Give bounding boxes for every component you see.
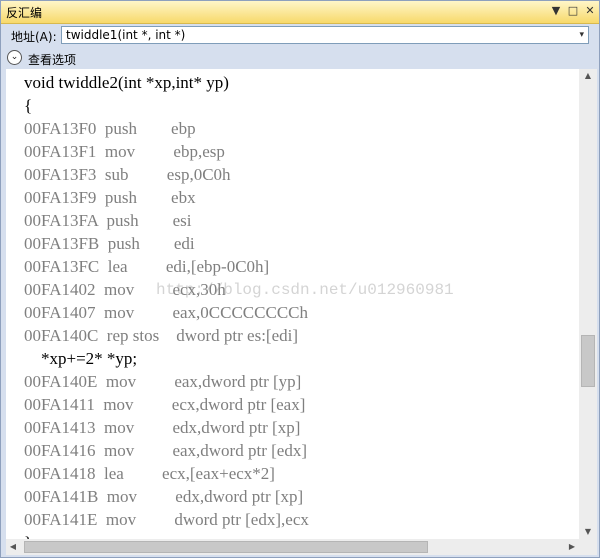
source-line: }	[24, 531, 309, 539]
address-label: 地址(A):	[11, 30, 57, 44]
address-value: twiddle1(int *, int *)	[66, 28, 186, 42]
asm-line: 00FA1413 mov edx,dword ptr [xp]	[24, 418, 301, 437]
asm-line: 00FA140C rep stos dword ptr es:[edi]	[24, 326, 299, 345]
source-line: void twiddle2(int *xp,int* yp)	[24, 73, 229, 92]
asm-line: 00FA13F1 mov ebp,esp	[24, 142, 225, 161]
asm-line: 00FA141B mov edx,dword ptr [xp]	[24, 487, 304, 506]
asm-line: 00FA13FA push esi	[24, 211, 192, 230]
asm-line: 00FA13F0 push ebp	[24, 119, 196, 138]
vertical-scroll-thumb[interactable]	[581, 335, 595, 387]
view-options-label[interactable]: 查看选项	[28, 51, 76, 68]
source-line: {	[24, 96, 33, 115]
asm-line: 00FA141E mov dword ptr [edx],ecx	[24, 510, 309, 529]
asm-line: 00FA1416 mov eax,dword ptr [edx]	[24, 441, 307, 460]
window-title: 反汇编	[6, 6, 43, 20]
source-line: *xp+=2* *yp;	[24, 349, 138, 368]
address-dropdown-icon[interactable]: ▾	[579, 30, 584, 40]
disassembly-window: 反汇编 ▼ □ ✕ 地址(A): twiddle1(int *, int *) …	[0, 0, 600, 558]
address-bar: 地址(A): twiddle1(int *, int *) ▾	[1, 24, 599, 47]
window-dropdown-button[interactable]: ▼	[549, 4, 563, 18]
asm-line: 00FA13F3 sub esp,0C0h	[24, 165, 231, 184]
horizontal-scrollbar[interactable]: ◀ ▶	[6, 539, 579, 555]
asm-line: 00FA1411 mov ecx,dword ptr [eax]	[24, 395, 306, 414]
view-options-bar: ⌄ 查看选项	[1, 47, 599, 69]
horizontal-scroll-thumb[interactable]	[24, 541, 428, 553]
disassembly-view[interactable]: void twiddle2(int *xp,int* yp) {00FA13F0 …	[6, 69, 579, 539]
vertical-scrollbar[interactable]: ▲ ▼	[579, 69, 597, 539]
asm-line: 00FA13FB push edi	[24, 234, 195, 253]
scroll-right-icon[interactable]: ▶	[565, 539, 579, 555]
close-button[interactable]: ✕	[583, 4, 597, 18]
scroll-down-icon[interactable]: ▼	[579, 525, 597, 539]
maximize-button[interactable]: □	[566, 4, 580, 18]
asm-line: 00FA140E mov eax,dword ptr [yp]	[24, 372, 302, 391]
asm-line: 00FA13F9 push ebx	[24, 188, 196, 207]
asm-line: 00FA1418 lea ecx,[eax+ecx*2]	[24, 464, 275, 483]
scroll-left-icon[interactable]: ◀	[6, 539, 20, 555]
watermark: http://blog.csdn.net/u012960981	[156, 281, 454, 299]
asm-line: 00FA1407 mov eax,0CCCCCCCCh	[24, 303, 308, 322]
scroll-up-icon[interactable]: ▲	[579, 69, 597, 83]
expand-options-icon[interactable]: ⌄	[7, 50, 22, 65]
title-bar: 反汇编 ▼ □ ✕	[1, 1, 599, 24]
scrollbar-corner	[579, 539, 597, 555]
asm-line: 00FA13FC lea edi,[ebp-0C0h]	[24, 257, 270, 276]
address-input[interactable]: twiddle1(int *, int *) ▾	[61, 26, 589, 44]
code-listing: void twiddle2(int *xp,int* yp) {00FA13F0 …	[24, 71, 309, 539]
